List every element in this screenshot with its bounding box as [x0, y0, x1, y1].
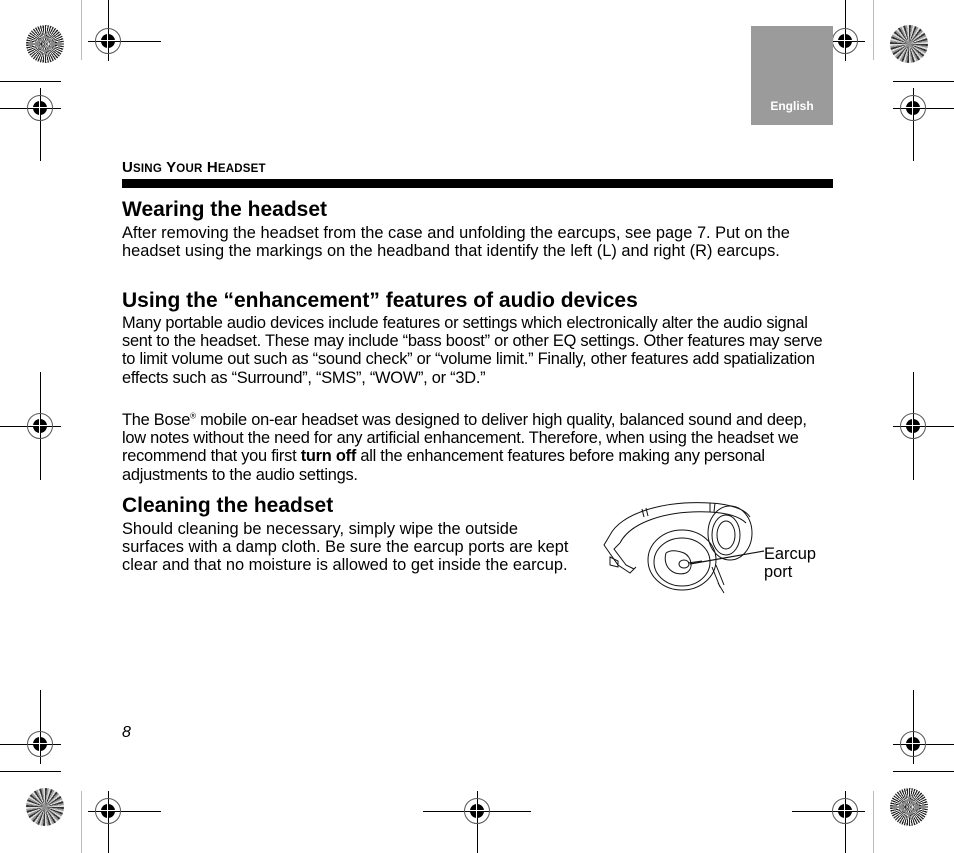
paragraph-cleaning: Should cleaning be necessary, simply wip…: [122, 520, 569, 575]
trim-line: [81, 0, 82, 60]
registration-mark-top-right-2: [893, 88, 954, 161]
registration-mark-mid-right: [893, 372, 954, 480]
paragraph-enhancement-1: Many portable audio devices include feat…: [122, 314, 823, 387]
language-tab-label: English: [770, 99, 814, 113]
section-rule: [122, 179, 833, 188]
registration-mark-bottom-center: [423, 791, 531, 853]
page-number: 8: [122, 724, 131, 741]
callout-line-1: Earcup: [764, 545, 816, 563]
hinge: [609, 556, 619, 568]
trim-line: [0, 81, 61, 82]
paragraph-enhancement-2: The Bose® mobile on-ear headset was desi…: [122, 411, 834, 484]
emphasis-turn-off: turn off: [300, 447, 357, 466]
registration-mark-bottom-right-1: [893, 690, 954, 764]
header-text: EADSET: [217, 163, 266, 175]
header-initial: H: [206, 159, 218, 176]
registration-star-bottom-left: [26, 788, 64, 826]
trim-line: [893, 771, 954, 772]
header-initial: U: [122, 159, 134, 176]
callout-leader: [689, 550, 765, 565]
registration-mark-top-left-2: [0, 88, 61, 161]
registration-star-bottom-right: [890, 788, 928, 826]
trim-line: [873, 791, 874, 853]
registration-mark-mid-left: [0, 372, 61, 480]
heading-enhancement: Using the “enhancement” features of audi…: [122, 289, 638, 312]
paragraph-wearing: After removing the headset from the case…: [122, 224, 790, 261]
registration-mark-bottom-left-1: [0, 690, 61, 764]
heading-wearing: Wearing the headset: [122, 198, 327, 221]
headset-illustration: [603, 502, 765, 594]
trim-line: [81, 791, 82, 853]
registration-mark-bottom-left-2: [88, 791, 161, 853]
cable: [711, 564, 725, 594]
headband: [613, 542, 635, 570]
trim-line: [893, 81, 954, 82]
registration-mark-top-left-1: [88, 0, 161, 61]
registration-star-top-left: [26, 25, 64, 63]
earcup-port: [678, 559, 690, 569]
callout-line-2: port: [764, 563, 793, 582]
registration-mark-bottom-right-2: [792, 791, 865, 853]
heading-cleaning: Cleaning the headset: [122, 494, 334, 517]
header-text: OUR: [176, 163, 203, 175]
trim-line: [0, 771, 61, 772]
language-tab: English: [751, 26, 833, 125]
header-initial: Y: [166, 159, 177, 176]
header-text: SING: [133, 163, 162, 175]
trim-line: [873, 0, 874, 60]
earcup-port-callout: Earcup port: [764, 545, 816, 581]
registration-star-top-right: [890, 25, 928, 63]
section-header: USING YOUR HEADSET: [122, 159, 266, 176]
registration-mark-top-right-1: [792, 0, 865, 61]
text: The Bose: [122, 411, 191, 429]
